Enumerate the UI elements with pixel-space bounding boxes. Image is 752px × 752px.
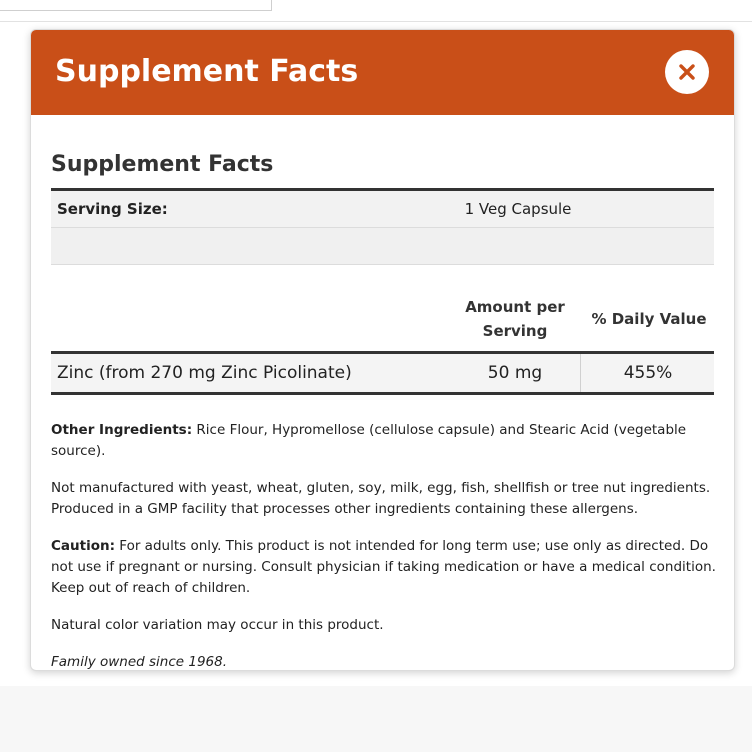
allergen-line1: Not manufactured with yeast, wheat, glut…	[51, 480, 711, 496]
column-headers: Amount per Serving % Daily Value	[51, 265, 714, 351]
caution-statement: Caution: For adults only. This product i…	[51, 536, 719, 599]
amount-per-serving-header: Amount per Serving	[451, 295, 579, 343]
close-icon	[679, 64, 695, 80]
supplement-facts-modal: Supplement Facts Supplement Facts Servin…	[30, 29, 735, 671]
supplement-facts-table: Serving Size: 1 Veg Capsule Amount per S…	[51, 188, 714, 395]
nutrient-amount: 50 mg	[487, 363, 543, 383]
table-row: Zinc (from 270 mg Zinc Picolinate) 50 mg…	[51, 351, 714, 395]
facts-title: Supplement Facts	[51, 152, 274, 177]
allergen-line2: Produced in a GMP facility that processe…	[51, 501, 639, 517]
serving-size-label: Serving Size:	[57, 200, 168, 218]
other-ingredients-label: Other Ingredients:	[51, 422, 193, 438]
background-input	[0, 0, 272, 11]
amount-header-line1: Amount per	[465, 298, 565, 316]
amount-header-line2: Serving	[482, 322, 548, 340]
empty-row	[51, 228, 714, 265]
nutrient-name: Zinc (from 270 mg Zinc Picolinate)	[57, 363, 352, 383]
nutrient-daily-value: 455%	[580, 354, 715, 392]
serving-size-row: Serving Size: 1 Veg Capsule	[51, 191, 714, 228]
family-owned-note: Family owned since 1968.	[51, 654, 228, 670]
caution-label: Caution:	[51, 538, 115, 554]
background-divider	[0, 21, 752, 22]
caution-text: For adults only. This product is not int…	[51, 538, 716, 596]
modal-header: Supplement Facts	[31, 30, 734, 115]
daily-value-header: % Daily Value	[591, 310, 707, 328]
modal-title: Supplement Facts	[55, 54, 359, 89]
serving-size-value: 1 Veg Capsule	[464, 200, 572, 218]
product-notes: Other Ingredients: Rice Flour, Hypromell…	[51, 420, 719, 670]
allergen-statement: Not manufactured with yeast, wheat, glut…	[51, 478, 719, 520]
close-button[interactable]	[665, 50, 709, 94]
color-variation-note: Natural color variation may occur in thi…	[51, 617, 384, 633]
other-ingredients: Other Ingredients: Rice Flour, Hypromell…	[51, 420, 719, 462]
